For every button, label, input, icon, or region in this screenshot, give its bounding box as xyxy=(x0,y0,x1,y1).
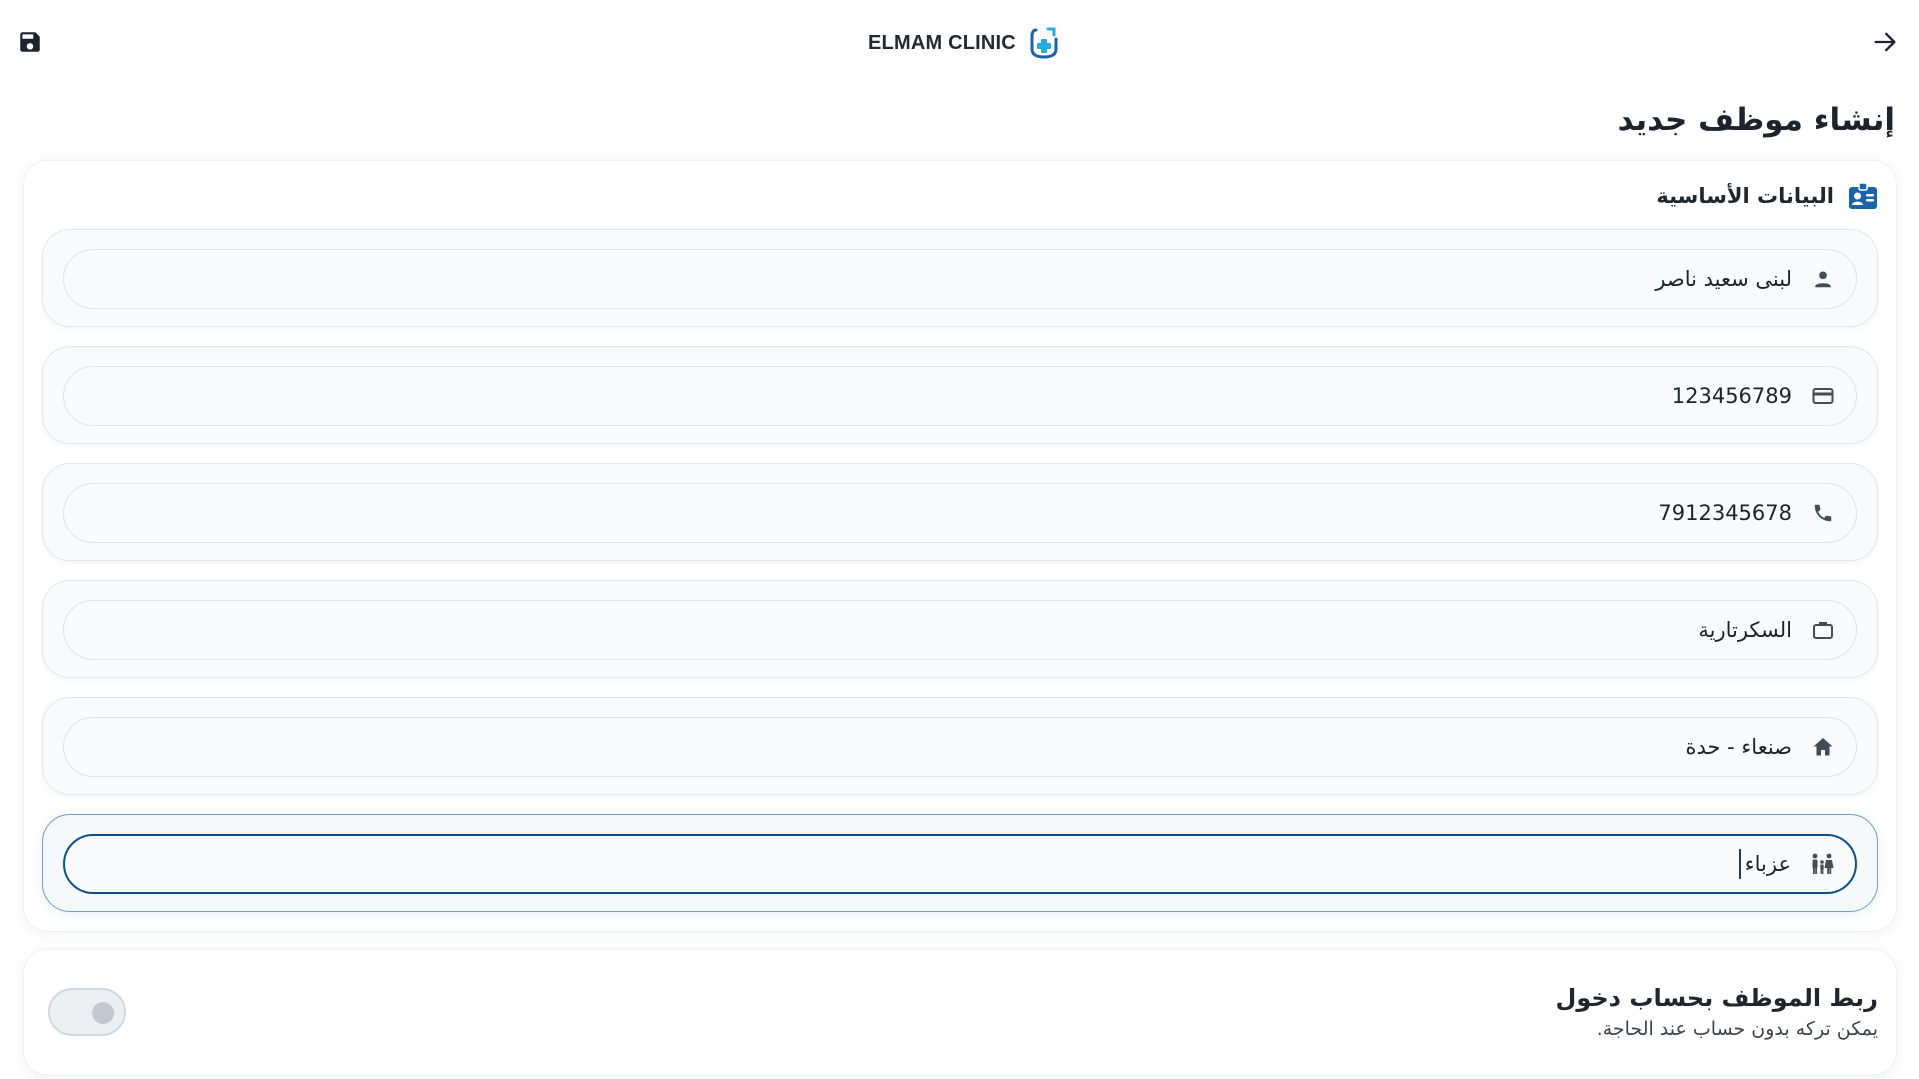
job-value: السكرتارية xyxy=(1698,618,1792,642)
marital-status-field-wrap: عزباء xyxy=(42,814,1878,912)
national-id-value: 123456789 xyxy=(1671,384,1792,408)
family-icon xyxy=(1805,847,1839,881)
page-title: إنشاء موظف جديد xyxy=(1617,102,1895,138)
save-button[interactable] xyxy=(14,26,46,58)
app-header: ELMAM CLINIC xyxy=(0,0,1919,86)
account-link-toggle[interactable] xyxy=(48,988,126,1036)
account-link-card: ربط الموظف بحساب دخول يمكن تركه بدون حسا… xyxy=(24,950,1896,1075)
phone-value: 7912345678 xyxy=(1658,501,1792,525)
job-field[interactable]: السكرتارية xyxy=(63,600,1857,660)
phone-icon xyxy=(1806,496,1840,530)
account-link-subtitle: يمكن تركه بدون حساب عند الحاجة. xyxy=(1596,1018,1878,1040)
person-icon xyxy=(1806,262,1840,296)
basic-info-title: البيانات الأساسية xyxy=(1656,184,1834,208)
phone-field[interactable]: 7912345678 xyxy=(63,483,1857,543)
address-field[interactable]: صنعاء - حدة xyxy=(63,717,1857,777)
clinic-plus-logo-icon xyxy=(1030,27,1058,59)
job-field-wrap: السكرتارية xyxy=(42,580,1878,678)
brand-name: ELMAM CLINIC xyxy=(868,31,1016,54)
national-id-field-wrap: 123456789 xyxy=(42,346,1878,444)
arrow-right-icon xyxy=(1874,32,1896,52)
save-icon xyxy=(20,32,40,52)
card-icon xyxy=(1806,379,1840,413)
national-id-field[interactable]: 123456789 xyxy=(63,366,1857,426)
account-link-title: ربط الموظف بحساب دخول xyxy=(1555,984,1879,1012)
basic-info-card: البيانات الأساسية لبنى سعيد ناصر 1234567… xyxy=(24,161,1896,931)
full-name-field-wrap: لبنى سعيد ناصر xyxy=(42,229,1878,327)
account-link-text: ربط الموظف بحساب دخول يمكن تركه بدون حسا… xyxy=(1556,984,1879,1040)
full-name-field[interactable]: لبنى سعيد ناصر xyxy=(63,249,1857,309)
back-button[interactable] xyxy=(1869,26,1901,58)
marital-status-value: عزباء xyxy=(1744,852,1791,876)
id-card-icon xyxy=(1849,182,1877,209)
address-value: صنعاء - حدة xyxy=(1685,735,1792,759)
phone-field-wrap: 7912345678 xyxy=(42,463,1878,561)
text-caret xyxy=(1738,849,1741,879)
marital-status-field[interactable]: عزباء xyxy=(63,834,1857,894)
address-field-wrap: صنعاء - حدة xyxy=(42,697,1878,795)
toggle-knob xyxy=(92,1002,114,1024)
basic-info-header: البيانات الأساسية xyxy=(1656,179,1878,213)
briefcase-icon xyxy=(1806,613,1840,647)
full-name-value: لبنى سعيد ناصر xyxy=(1655,267,1792,291)
home-icon xyxy=(1806,730,1840,764)
brand: ELMAM CLINIC xyxy=(868,24,1058,62)
